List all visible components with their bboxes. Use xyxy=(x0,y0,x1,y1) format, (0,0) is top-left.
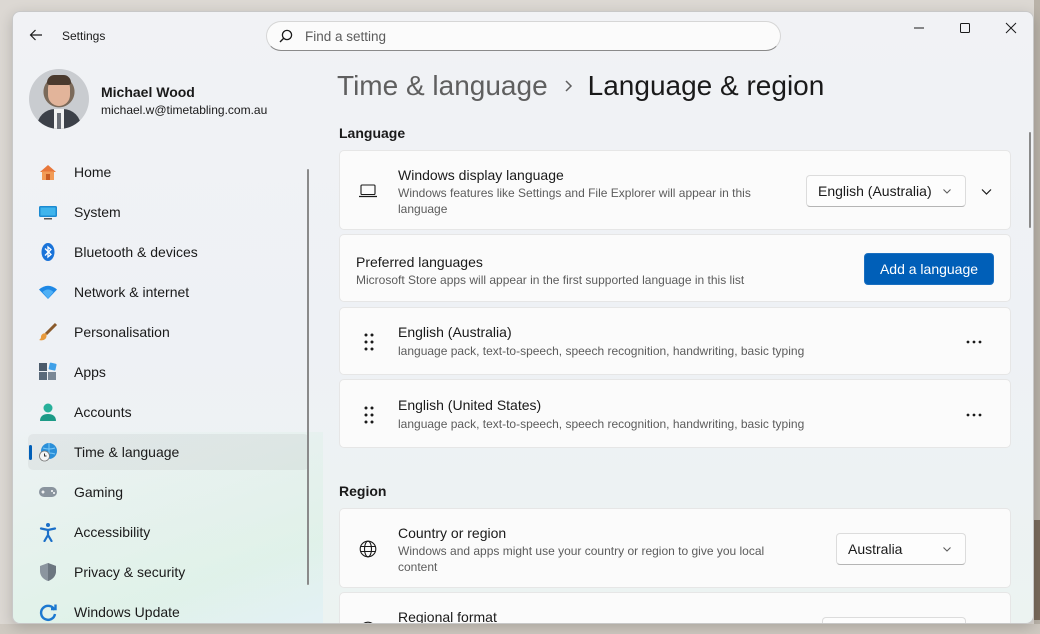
language-row[interactable]: English (Australia) language pack, text-… xyxy=(339,307,1011,375)
bluetooth-icon xyxy=(38,242,58,262)
country-region-description: Windows and apps might use your country … xyxy=(398,544,765,574)
time-language-icon xyxy=(38,442,58,462)
laptop-icon xyxy=(357,180,379,202)
preferred-languages-description: Microsoft Store apps will appear in the … xyxy=(356,273,745,287)
wifi-icon xyxy=(38,282,58,302)
sidebar-item-accessibility[interactable]: Accessibility xyxy=(28,514,309,550)
app-title: Settings xyxy=(62,29,106,43)
sidebar-item-system[interactable]: System xyxy=(28,194,309,230)
chevron-down-icon xyxy=(943,189,951,194)
add-language-button[interactable]: Add a language xyxy=(864,253,994,285)
system-icon xyxy=(38,202,58,222)
display-language-title: Windows display language xyxy=(398,167,564,183)
sidebar-item-home[interactable]: Home xyxy=(28,154,309,190)
close-button[interactable] xyxy=(988,12,1033,44)
country-region-value: Australia xyxy=(848,541,903,557)
settings-window: Settings Michael Wood michael.w@timetabl… xyxy=(12,11,1034,624)
active-indicator xyxy=(29,445,32,460)
more-options-button[interactable] xyxy=(960,328,988,356)
maximize-button[interactable] xyxy=(942,12,988,44)
drag-handle-icon[interactable] xyxy=(362,405,376,425)
content-scrollbar[interactable] xyxy=(1029,132,1031,228)
country-region-title: Country or region xyxy=(398,525,507,541)
country-region-card: Country or region Windows and apps might… xyxy=(339,508,1011,588)
more-icon xyxy=(966,413,982,417)
avatar[interactable] xyxy=(29,69,89,129)
breadcrumb-parent[interactable]: Time & language xyxy=(337,70,548,102)
home-icon xyxy=(38,162,58,182)
expand-button[interactable] xyxy=(974,179,998,203)
regional-format-card[interactable]: Regional format xyxy=(339,592,1011,624)
more-icon xyxy=(966,340,982,344)
display-language-value: English (Australia) xyxy=(818,183,932,199)
brush-icon xyxy=(38,322,58,342)
update-icon xyxy=(38,602,58,622)
globe-icon xyxy=(357,538,379,560)
sidebar-item-network[interactable]: Network & internet xyxy=(28,274,309,310)
sidebar-item-windows-update[interactable]: Windows Update xyxy=(28,594,309,623)
regional-format-dropdown[interactable] xyxy=(822,617,966,623)
chevron-down-icon xyxy=(943,547,951,552)
country-region-dropdown[interactable]: Australia xyxy=(836,533,966,565)
accounts-icon xyxy=(38,402,58,422)
title-bar: Settings xyxy=(13,12,1033,58)
regional-format-icon xyxy=(357,619,379,623)
sidebar-scrollbar[interactable] xyxy=(307,169,309,585)
desktop-wallpaper-edge xyxy=(1034,520,1040,620)
sidebar-item-time-language[interactable]: Time & language xyxy=(28,434,309,470)
language-features: language pack, text-to-speech, speech re… xyxy=(398,344,805,358)
preferred-languages-title: Preferred languages xyxy=(356,254,483,270)
breadcrumb: Time & language Language & region xyxy=(337,70,824,102)
regional-format-title: Regional format xyxy=(398,609,497,624)
display-language-card[interactable]: Windows display language Windows feature… xyxy=(339,150,1011,230)
sidebar-item-gaming[interactable]: Gaming xyxy=(28,474,309,510)
search-icon xyxy=(279,29,293,43)
chevron-right-icon xyxy=(564,79,574,93)
back-button[interactable] xyxy=(25,24,47,46)
desktop-taskbar-edge xyxy=(0,624,1040,634)
language-row[interactable]: English (United States) language pack, t… xyxy=(339,379,1011,448)
sidebar-item-personalisation[interactable]: Personalisation xyxy=(28,314,309,350)
sidebar-item-bluetooth[interactable]: Bluetooth & devices xyxy=(28,234,309,270)
close-icon xyxy=(1005,22,1017,34)
accessibility-icon xyxy=(38,522,58,542)
language-name: English (United States) xyxy=(398,397,542,413)
minimize-button[interactable] xyxy=(896,12,942,44)
display-language-dropdown[interactable]: English (Australia) xyxy=(806,175,966,207)
display-language-description: Windows features like Settings and File … xyxy=(398,186,751,216)
minimize-icon xyxy=(914,27,924,29)
maximize-icon xyxy=(960,23,970,33)
user-email: michael.w@timetabling.com.au xyxy=(101,103,268,117)
sidebar-item-privacy[interactable]: Privacy & security xyxy=(28,554,309,590)
chevron-down-icon xyxy=(981,188,991,195)
user-name: Michael Wood xyxy=(101,84,195,100)
gamepad-icon xyxy=(38,482,58,502)
region-section-title: Region xyxy=(339,483,387,499)
apps-icon xyxy=(38,362,58,382)
language-name: English (Australia) xyxy=(398,324,512,340)
preferred-languages-card: Preferred languages Microsoft Store apps… xyxy=(339,234,1011,302)
shield-icon xyxy=(38,562,58,582)
search-box[interactable] xyxy=(266,21,781,51)
back-arrow-icon xyxy=(29,29,42,41)
sidebar-item-apps[interactable]: Apps xyxy=(28,354,309,390)
more-options-button[interactable] xyxy=(960,401,988,429)
drag-handle-icon[interactable] xyxy=(362,332,376,352)
sidebar-nav: Home System Bluetooth & devices Network … xyxy=(28,154,309,623)
language-section-title: Language xyxy=(339,125,406,141)
search-input[interactable] xyxy=(305,28,745,44)
sidebar-item-accounts[interactable]: Accounts xyxy=(28,394,309,430)
page-title: Language & region xyxy=(587,70,825,101)
language-features: language pack, text-to-speech, speech re… xyxy=(398,417,805,431)
